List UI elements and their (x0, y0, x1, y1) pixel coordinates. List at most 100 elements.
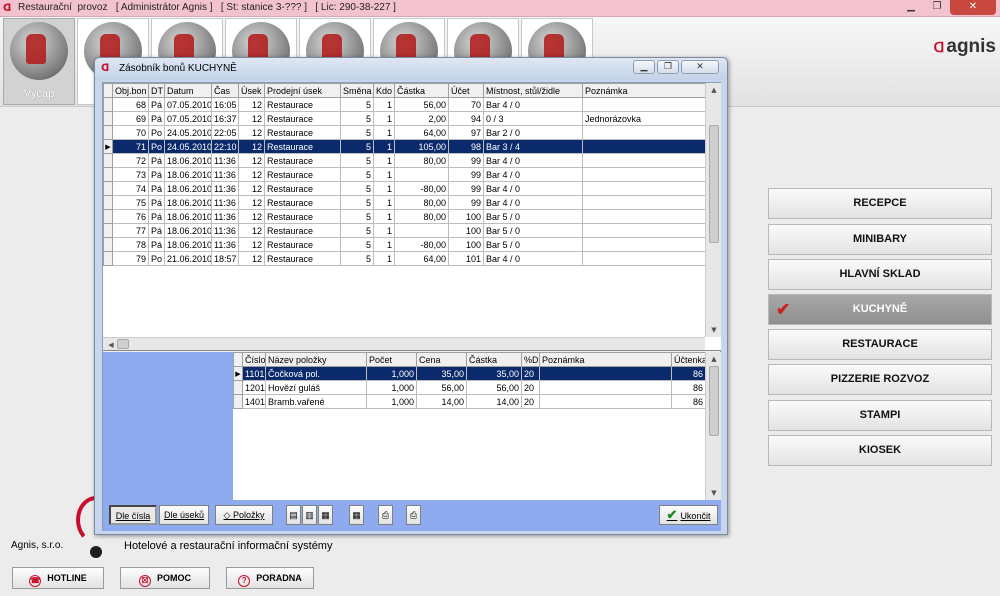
section-button-hlavni-sklad[interactable]: HLAVNÍ SKLAD (768, 259, 992, 290)
column-header[interactable]: Obj.bon (112, 83, 149, 98)
print-button[interactable]: ⎙ (378, 505, 393, 525)
scroll-up-icon[interactable]: ▲ (706, 352, 721, 366)
scroll-thumb[interactable] (709, 125, 719, 243)
column-header[interactable]: Účtenka (671, 352, 706, 367)
orders-vertical-scrollbar[interactable]: ▲ ▼ (705, 83, 721, 337)
table-cell (582, 167, 706, 182)
column-header[interactable]: Místnost, stůl/židle (483, 83, 583, 98)
view-single-button[interactable]: ▤ (286, 505, 301, 525)
column-header[interactable]: Kdo (373, 83, 395, 98)
column-header[interactable]: Počet (366, 352, 417, 367)
scroll-up-icon[interactable]: ▲ (706, 83, 721, 97)
column-header[interactable]: Datum (164, 83, 212, 98)
table-cell: 18:57 (211, 251, 239, 266)
close-button[interactable]: ✕ (950, 0, 996, 15)
column-header[interactable]: Částka (466, 352, 522, 367)
section-button-recepce[interactable]: RECEPCE (768, 188, 992, 219)
table-cell: Jednorázovka (582, 111, 706, 126)
column-header[interactable]: Číslo (242, 352, 266, 367)
sort-by-section-button[interactable]: Dle úseků (159, 505, 209, 525)
table-cell: Restaurace (264, 223, 341, 238)
section-button-kuchyne[interactable]: ✔ KUCHYNĚ (768, 294, 992, 325)
table-cell: Pá (148, 195, 165, 210)
table-row[interactable]: 1401 Bramb.vařené 1,000 14,00 14,00 20 86 (233, 394, 706, 409)
column-header[interactable]: Úsek (238, 83, 265, 98)
column-header[interactable]: Čas (211, 83, 239, 98)
dialog-minimize-button[interactable]: ▁ (633, 60, 655, 74)
table-cell: Restaurace (264, 167, 341, 182)
agnis-dot-logo (90, 546, 102, 558)
restore-button[interactable]: ❐ (924, 0, 950, 15)
close-dialog-button[interactable]: ✔ Ukončit (659, 505, 718, 525)
table-row[interactable]: 73 Pá 18.06.2010 11:36 12 Restaurace 5 1 99 Bar 4… (103, 167, 706, 182)
table-cell: Restaurace (264, 251, 341, 266)
advice-button[interactable]: ? PORADNA (226, 567, 314, 589)
table-row[interactable]: 1201 Hovězí guláš 1,000 56,00 56,00 20 86 (233, 380, 706, 395)
table-cell: Bar 5 / 0 (483, 237, 583, 252)
table-cell: 11:36 (211, 153, 239, 168)
scroll-thumb[interactable] (709, 366, 719, 436)
column-header[interactable]: DT (148, 83, 165, 98)
scroll-down-icon[interactable]: ▼ (706, 486, 721, 500)
table-row[interactable]: 77 Pá 18.06.2010 11:36 12 Restaurace 5 1 100 Bar … (103, 223, 706, 238)
table-cell: 1 (373, 181, 395, 196)
table-cell: 80,00 (394, 209, 449, 224)
items-button[interactable]: ◇ Položky (215, 505, 273, 525)
table-row[interactable]: 68 Pá 07.05.2010 16:05 12 Restaurace 5 1 56,00 70… (103, 97, 706, 112)
table-cell: 1401 (242, 394, 266, 409)
minimize-button[interactable]: ▁ (898, 0, 924, 15)
dialog-close-button[interactable]: ✕ (681, 60, 719, 74)
table-cell: 1 (373, 223, 395, 238)
calculator-icon: ▦ (352, 510, 361, 520)
view-triple-button[interactable]: ▦ (318, 505, 333, 525)
checkmark-icon: ✔ (776, 300, 791, 319)
table-row[interactable]: 78 Pá 18.06.2010 11:36 12 Restaurace 5 1 -80,00 1… (103, 237, 706, 252)
column-header[interactable]: %D (521, 352, 540, 367)
table-cell: Restaurace (264, 111, 341, 126)
table-cell: 20 (521, 366, 540, 381)
help-button[interactable]: ☒ POMOC (120, 567, 210, 589)
column-header[interactable]: Směna (340, 83, 374, 98)
column-header[interactable]: Název položky (265, 352, 367, 367)
table-cell: 11:36 (211, 195, 239, 210)
column-header[interactable]: Účet (448, 83, 484, 98)
section-button-stampi[interactable]: STAMPI (768, 400, 992, 431)
dialog-restore-button[interactable]: ❐ (657, 60, 679, 74)
view-double-button[interactable]: ▥ (302, 505, 317, 525)
hotline-button[interactable]: ☎ HOTLINE (12, 567, 104, 589)
column-header[interactable]: Prodejní úsek (264, 83, 341, 98)
table-row[interactable]: 74 Pá 18.06.2010 11:36 12 Restaurace 5 1 -80,00 9… (103, 181, 706, 196)
section-button-kiosek[interactable]: KIOSEK (768, 435, 992, 466)
dialog-client: Obj.bon DT Datum Čas Úsek Prodejní úsek Směna K… (102, 82, 721, 531)
brand-logo: ᗡ agnis (934, 36, 996, 58)
column-header[interactable]: Částka (394, 83, 449, 98)
table-cell: 12 (238, 237, 265, 252)
table-row[interactable]: 69 Pá 07.05.2010 16:37 12 Restaurace 5 1 2,00 94 0… (103, 111, 706, 126)
column-header[interactable]: Poznámka (539, 352, 672, 367)
table-row[interactable]: 70 Po 24.05.2010 22:05 12 Restaurace 5 1 64,00 97… (103, 125, 706, 140)
table-row[interactable]: 79 Po 21.06.2010 18:57 12 Restaurace 5 1 64,00 10… (103, 251, 706, 266)
table-row[interactable]: 75 Pá 18.06.2010 11:36 12 Restaurace 5 1 80,00 99… (103, 195, 706, 210)
table-cell: 20 (521, 394, 540, 409)
sort-by-number-button[interactable]: Dle čísla (109, 505, 157, 525)
print-preview-button[interactable]: ⎙ (406, 505, 421, 525)
table-cell: 11:36 (211, 237, 239, 252)
table-row[interactable]: ▶ 1101 Čočková pol. 1,000 35,00 35,00 20 86 (233, 366, 706, 381)
scroll-down-icon[interactable]: ▼ (706, 323, 721, 337)
table-cell: 1 (373, 251, 395, 266)
section-button-pizzerie-rozvoz[interactable]: PIZZERIE ROZVOZ (768, 364, 992, 395)
toolbar-item-vycap[interactable]: Výčap (3, 18, 75, 105)
column-header[interactable]: Poznámka (582, 83, 706, 98)
orders-horizontal-scrollbar[interactable]: ◀ (103, 337, 705, 350)
section-button-restaurace[interactable]: RESTAURACE (768, 329, 992, 360)
table-row[interactable]: 76 Pá 18.06.2010 11:36 12 Restaurace 5 1 80,00 10… (103, 209, 706, 224)
table-cell: 99 (448, 181, 484, 196)
table-cell (394, 223, 449, 238)
section-button-minibary[interactable]: MINIBARY (768, 224, 992, 255)
table-row[interactable]: 72 Pá 18.06.2010 11:36 12 Restaurace 5 1 80,00 99… (103, 153, 706, 168)
calculator-button[interactable]: ▦ (349, 505, 364, 525)
table-row[interactable]: ▶ 71 Po 24.05.2010 22:10 12 Restaurace 5 1 105,00… (103, 139, 706, 154)
column-header[interactable]: Cena (416, 352, 467, 367)
items-vertical-scrollbar[interactable]: ▲ ▼ (705, 352, 721, 500)
scroll-thumb[interactable] (117, 339, 129, 349)
